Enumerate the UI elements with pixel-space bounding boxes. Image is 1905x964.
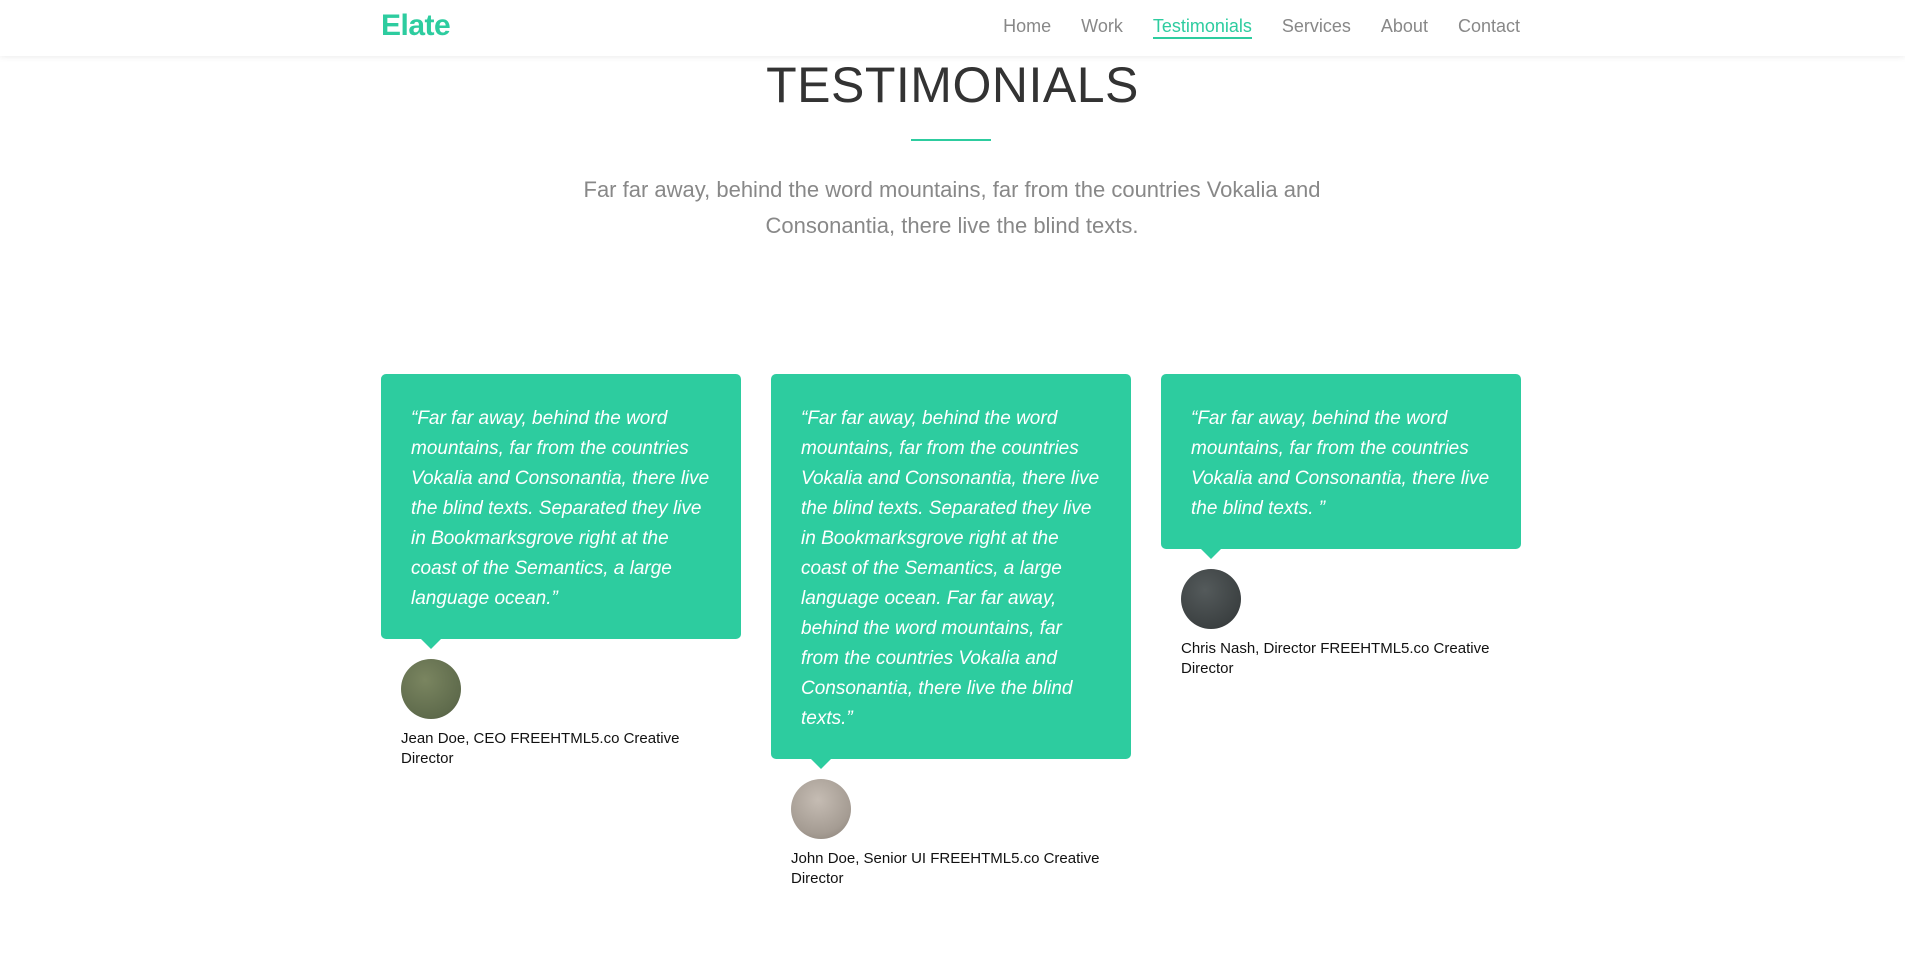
section-title: TESTIMONIALS [766,57,1139,113]
nav-item-contact: Contact [1458,16,1520,37]
testimonial-card-2: “Far far away, behind the word mountains… [771,374,1131,889]
testimonial-card-3: “Far far away, behind the word mountains… [1161,374,1521,679]
nav-link-contact[interactable]: Contact [1458,16,1520,36]
testimonial-card-1: “Far far away, behind the word mountains… [381,374,741,769]
nav-link-about[interactable]: About [1381,16,1428,36]
nav-item-work: Work [1081,16,1123,37]
testimonial-author: Jean Doe, CEO FREEHTML5.co Creative Dire… [381,659,741,769]
main-nav: Home Work Testimonials Services About Co… [1003,16,1520,39]
nav-link-home[interactable]: Home [1003,16,1051,36]
quote-bubble: “Far far away, behind the word mountains… [771,374,1131,769]
testimonial-author: John Doe, Senior UI FREEHTML5.co Creativ… [771,779,1131,889]
brand-logo[interactable]: Elate [381,9,451,43]
nav-item-about: About [1381,16,1428,37]
top-navbar: Elate Home Work Testimonials Services Ab… [0,0,1905,56]
nav-item-services: Services [1282,16,1351,37]
nav-item-home: Home [1003,16,1051,37]
testimonial-quote: “Far far away, behind the word mountains… [411,408,710,609]
section-subtitle: Far far away, behind the word mountains,… [583,177,1321,238]
nav-link-work[interactable]: Work [1081,16,1123,36]
nav-link-services[interactable]: Services [1282,16,1351,36]
testimonial-quote: “Far far away, behind the word mountains… [1191,408,1490,519]
author-name: Chris Nash, Director FREEHTML5.co Creati… [1181,640,1490,677]
avatar [791,779,851,839]
author-name: John Doe, Senior UI FREEHTML5.co Creativ… [791,850,1100,887]
testimonial-quote: “Far far away, behind the word mountains… [801,408,1100,729]
avatar [1181,569,1241,629]
avatar [401,659,461,719]
quote-bubble: “Far far away, behind the word mountains… [1161,374,1521,559]
quote-bubble: “Far far away, behind the word mountains… [381,374,741,649]
nav-link-testimonials[interactable]: Testimonials [1152,16,1252,39]
title-divider [911,139,991,141]
testimonial-author: Chris Nash, Director FREEHTML5.co Creati… [1161,569,1521,679]
author-name: Jean Doe, CEO FREEHTML5.co Creative Dire… [401,730,680,767]
nav-item-testimonials: Testimonials [1152,16,1252,39]
